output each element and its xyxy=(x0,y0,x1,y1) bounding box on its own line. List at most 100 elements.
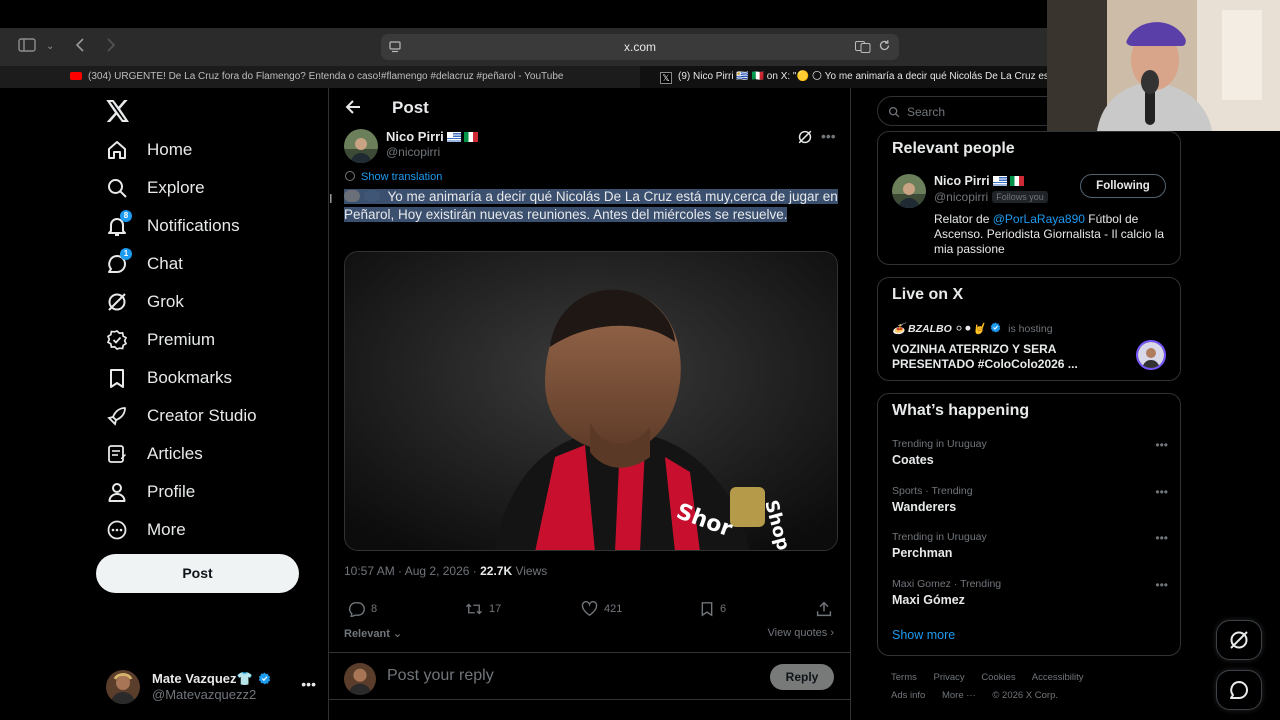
live-stream-title[interactable]: VOZINHA ATERRIZO Y SERA PRESENTADO #Colo… xyxy=(892,342,1132,372)
search-icon xyxy=(888,105,900,123)
bookmark-action[interactable]: 6 xyxy=(700,601,726,617)
reply-action[interactable]: 8 xyxy=(348,601,377,617)
x-logo-icon: 𝕏 xyxy=(660,72,672,84)
nav-articles[interactable]: Articles xyxy=(106,436,203,472)
bookmark-count: 6 xyxy=(720,603,727,615)
globe-icon xyxy=(345,171,355,181)
nav-label: Premium xyxy=(147,330,216,349)
footer-link-ads-info[interactable]: Ads info xyxy=(891,690,925,701)
show-more-link[interactable]: Show more xyxy=(892,628,955,642)
trend-category: Maxi Gomez · Trending xyxy=(892,578,1002,590)
chevron-down-icon: ⌄ xyxy=(389,628,403,640)
nav-bookmarks[interactable]: Bookmarks xyxy=(106,360,232,396)
post-media-image[interactable]: Shor Shopee xyxy=(344,251,838,551)
messages-float-button[interactable] xyxy=(1216,670,1262,710)
trend-item[interactable]: Maxi Gomez · Trending Maxi Gómez ••• xyxy=(892,578,1168,612)
back-icon[interactable] xyxy=(75,38,85,57)
nav-chat[interactable]: 1 Chat xyxy=(106,246,183,282)
translate-page-icon[interactable] xyxy=(855,40,871,58)
nav-premium[interactable]: Premium xyxy=(106,322,215,358)
premium-icon xyxy=(106,329,128,351)
page-title: Post xyxy=(392,98,429,117)
nav-creator-studio[interactable]: Creator Studio xyxy=(106,398,257,434)
notifications-badge: 8 xyxy=(120,210,132,222)
more-horizontal-icon[interactable]: ••• xyxy=(1155,485,1168,499)
trend-category: Sports · Trending xyxy=(892,485,973,497)
home-icon xyxy=(106,139,128,161)
nav-notifications[interactable]: 8 Notifications xyxy=(106,208,240,244)
person-name[interactable]: Nico Pirri xyxy=(934,174,1024,188)
emoji-icon xyxy=(364,190,380,202)
nav-explore[interactable]: Explore xyxy=(106,170,205,206)
nav-more[interactable]: More xyxy=(106,512,186,548)
more-horizontal-icon[interactable]: ••• xyxy=(301,676,316,692)
reply-sort-dropdown[interactable]: Relevant ⌄ xyxy=(344,627,402,640)
footer-link-cookies[interactable]: Cookies xyxy=(981,672,1015,683)
footer-link-accessibility[interactable]: Accessibility xyxy=(1032,672,1084,683)
trend-item[interactable]: Trending in Uruguay Coates ••• xyxy=(892,438,1168,472)
bio-mention-link[interactable]: @PorLaRaya890 xyxy=(993,212,1085,226)
articles-icon xyxy=(106,443,128,465)
more-horizontal-icon[interactable]: ••• xyxy=(821,128,836,144)
italy-flag-icon xyxy=(1009,176,1024,186)
back-arrow-icon[interactable] xyxy=(345,98,361,119)
repost-action[interactable]: 17 xyxy=(465,601,501,617)
account-switcher[interactable]: Mate Vazquez👕 @Matevazquezz2 ••• xyxy=(106,668,316,704)
footer-link-privacy[interactable]: Privacy xyxy=(934,672,965,683)
card-title: Live on X xyxy=(892,286,964,303)
live-host-avatar[interactable] xyxy=(1136,340,1166,370)
footer-link-more[interactable]: More ··· xyxy=(942,690,976,701)
bookmark-icon xyxy=(701,602,713,617)
author-avatar[interactable] xyxy=(344,129,378,163)
reply-button[interactable]: Reply xyxy=(770,664,834,690)
more-horizontal-icon[interactable]: ••• xyxy=(1155,531,1168,545)
like-action[interactable]: 421 xyxy=(581,601,622,617)
chevron-down-icon[interactable]: ⌄ xyxy=(46,38,54,56)
trend-item[interactable]: Sports · Trending Wanderers ••• xyxy=(892,485,1168,519)
share-action[interactable] xyxy=(816,601,832,617)
footer-link-terms[interactable]: Terms xyxy=(891,672,917,683)
trend-item[interactable]: Trending in Uruguay Perchman ••• xyxy=(892,531,1168,565)
whats-happening-card: What’s happening Trending in Uruguay Coa… xyxy=(877,393,1181,656)
following-button[interactable]: Following xyxy=(1080,174,1166,198)
card-title: Relevant people xyxy=(892,140,1015,157)
reply-input[interactable]: Post your reply xyxy=(387,667,494,685)
post-actions: 8 17 421 6 xyxy=(344,601,838,619)
nav-label: More xyxy=(147,520,186,539)
like-count: 421 xyxy=(604,603,623,615)
nav-profile[interactable]: Profile xyxy=(106,474,195,510)
tab-youtube[interactable]: (304) URGENTE! De La Cruz fora do Flamen… xyxy=(0,66,638,88)
reload-icon[interactable] xyxy=(878,39,891,57)
nav-label: Articles xyxy=(147,444,203,463)
views-count: 22.7K xyxy=(480,564,513,578)
nav-label: Home xyxy=(147,140,193,159)
verified-badge-icon xyxy=(259,672,271,685)
nav-label: Chat xyxy=(147,254,183,273)
address-bar[interactable]: x.com xyxy=(381,34,899,60)
selected-text: Yo me animaría a decir qué Nicolás De La… xyxy=(344,189,838,222)
post-detail-column: Post Nico Pirri @nicopirri ••• Show tran… xyxy=(328,88,851,720)
forward-icon[interactable] xyxy=(106,38,116,57)
more-horizontal-icon[interactable]: ••• xyxy=(1155,578,1168,592)
author-handle[interactable]: @nicopirri xyxy=(386,145,440,159)
show-translation-link[interactable]: Show translation xyxy=(345,171,442,183)
view-quotes-link[interactable]: View quotes › xyxy=(768,627,834,639)
live-host[interactable]: 🍝 BZALBO ⚪⚫🤘 is hosting xyxy=(892,322,1053,335)
uruguay-flag-icon xyxy=(992,176,1007,186)
author-name[interactable]: Nico Pirri xyxy=(386,129,478,144)
nav-home[interactable]: Home xyxy=(106,132,192,168)
person-avatar[interactable] xyxy=(892,174,926,208)
tab-x-post[interactable]: 𝕏 (9) Nico Pirri 🇺🇾 🇮🇹 on X: "🟡 🌕 Yo me a… xyxy=(640,66,1047,88)
x-logo-icon[interactable] xyxy=(106,98,130,129)
repost-count: 17 xyxy=(489,603,502,615)
avatar xyxy=(344,663,376,695)
grok-float-button[interactable] xyxy=(1216,620,1262,660)
more-horizontal-icon[interactable]: ••• xyxy=(1155,438,1168,452)
webcam-overlay xyxy=(1047,0,1280,131)
sidebar-toggle-icon[interactable] xyxy=(18,38,36,57)
nav-grok[interactable]: Grok xyxy=(106,284,184,320)
bell-icon: 8 xyxy=(106,210,132,237)
grok-explain-icon[interactable] xyxy=(797,129,813,150)
trend-name: Perchman xyxy=(892,546,953,560)
post-button[interactable]: Post xyxy=(96,554,299,593)
